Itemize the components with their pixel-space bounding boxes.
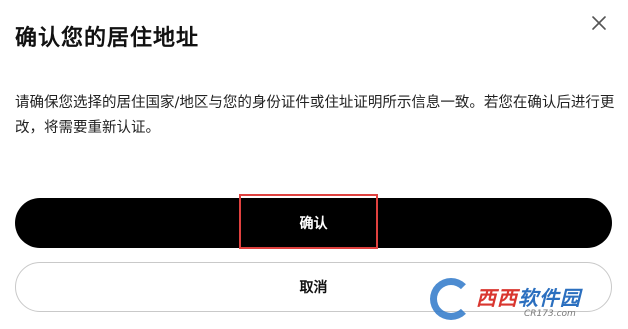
confirm-button-label: 确认 — [299, 216, 328, 232]
close-icon — [588, 12, 610, 34]
confirm-button[interactable]: 确认 — [15, 198, 612, 248]
address-confirm-dialog: 确认您的居住地址 请确保您选择的居住国家/地区与您的身份证件或住址证明所示信息一… — [0, 0, 628, 329]
cancel-button-label: 取消 — [299, 280, 328, 296]
close-button[interactable] — [588, 12, 610, 34]
dialog-description: 请确保您选择的居住国家/地区与您的身份证件或住址证明所示信息一致。若您在确认后进… — [15, 95, 615, 136]
cancel-button[interactable]: 取消 — [15, 262, 612, 312]
dialog-title: 确认您的居住地址 — [15, 26, 200, 51]
